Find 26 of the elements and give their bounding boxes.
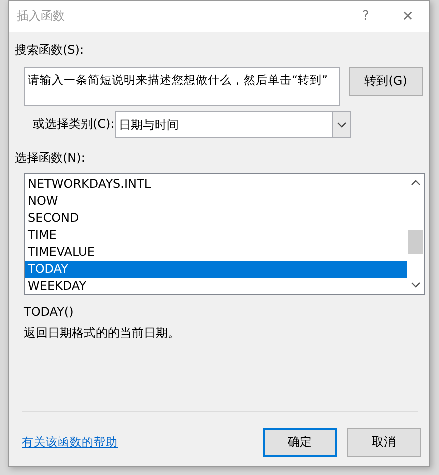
help-button[interactable]: ? <box>345 1 387 32</box>
ok-button[interactable]: 确定 <box>263 428 337 457</box>
function-item[interactable]: TIMEVALUE <box>25 244 407 261</box>
function-description: 返回日期格式的的当前日期。 <box>24 325 181 342</box>
chevron-up-icon <box>410 180 420 186</box>
function-signature: TODAY() <box>24 305 75 319</box>
category-dropdown[interactable]: 日期与时间 <box>115 111 351 138</box>
search-field[interactable]: 请输入一条简短说明来描述您想做什么，然后单击“转到” <box>24 67 340 106</box>
chevron-down-icon <box>410 282 420 288</box>
chevron-down-icon <box>336 122 346 128</box>
function-item[interactable]: TODAY <box>25 261 407 278</box>
window-title: 插入函数 <box>16 8 66 25</box>
scrollbar-thumb[interactable] <box>408 230 423 254</box>
close-button[interactable]: ✕ <box>387 1 429 32</box>
function-item[interactable]: TIME <box>25 227 407 244</box>
cancel-button[interactable]: 取消 <box>347 428 421 457</box>
category-label: 或选择类别(C): <box>33 116 115 133</box>
function-item[interactable]: NETWORKDAYS.INTL <box>25 176 407 193</box>
go-button[interactable]: 转到(G) <box>349 67 423 96</box>
function-item[interactable]: NOW <box>25 193 407 210</box>
search-label: 搜索函数(S): <box>15 42 86 59</box>
help-link[interactable]: 有关该函数的帮助 <box>22 435 263 450</box>
function-item[interactable]: SECOND <box>25 210 407 227</box>
function-item[interactable]: WEEKDAY <box>25 278 407 295</box>
function-list-label: 选择函数(N): <box>15 150 86 167</box>
function-list[interactable]: NETWORKDAYS.INTL NOW SECOND TIME TIMEVALUE TODAY WEEKDAY <box>24 173 425 295</box>
